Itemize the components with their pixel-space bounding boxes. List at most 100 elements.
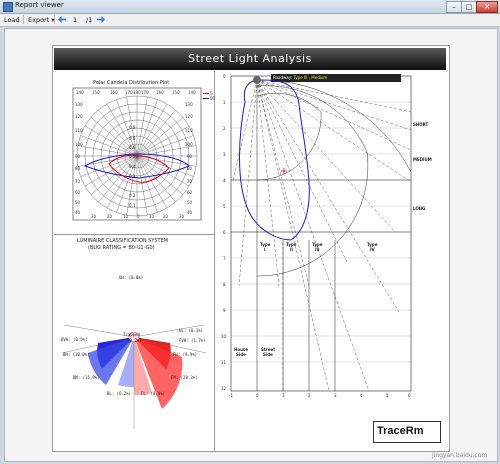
x-tick-6: 6 <box>408 393 411 398</box>
load-button[interactable]: Load <box>4 15 20 25</box>
y-tick-12: 12 <box>221 386 227 391</box>
svg-text:100: 100 <box>75 142 83 147</box>
y-tick-9: 9 <box>223 308 226 313</box>
svg-text:80: 80 <box>187 166 193 171</box>
bug-rating: (BUG RATING = B0-U1-G0) <box>88 245 155 251</box>
polar-tick-0-2: 0.2 <box>129 193 136 198</box>
svg-text:50: 50 <box>187 200 193 205</box>
svg-text:90: 90 <box>187 154 193 159</box>
bug-uh: UH: (0.0%) <box>119 275 144 280</box>
logo-text: TraceRm <box>377 425 424 437</box>
y-tick-3: 3 <box>223 152 226 157</box>
report-title: Street Light Analysis <box>188 52 312 65</box>
minimize-button[interactable]: – <box>446 1 462 13</box>
maximize-button[interactable]: □ <box>461 1 477 13</box>
y-tick-7: 7 <box>223 256 226 261</box>
house-side-label: House Side <box>234 347 248 357</box>
type-i-numeral: I <box>264 247 266 252</box>
svg-text:30: 30 <box>179 214 185 219</box>
svg-text:40: 40 <box>75 210 81 215</box>
roadway-prefix: Roadway: <box>273 75 294 80</box>
svg-text:150: 150 <box>92 90 100 95</box>
svg-text:180: 180 <box>133 90 141 95</box>
svg-text:40: 40 <box>187 210 193 215</box>
bug-bm: BM: (15.9%) <box>73 375 100 380</box>
current-page-field[interactable]: 1 <box>73 15 77 25</box>
y-tick-0: 0 <box>223 74 226 79</box>
toolbar-separator <box>23 15 24 24</box>
next-page-button[interactable] <box>96 15 105 24</box>
y-tick-2: 2 <box>223 126 226 131</box>
bug-fl: FL: (8.0%) <box>141 391 166 396</box>
toolbar: Load Export ▾ 1 /1 <box>0 14 500 27</box>
polar-tick-0-6: 0.6 <box>129 145 136 150</box>
svg-text:30: 30 <box>91 214 97 219</box>
svg-text:170: 170 <box>125 90 133 95</box>
report-header: Street Light Analysis <box>54 48 446 70</box>
bug-fm: FM: (20.3%) <box>171 375 198 380</box>
row-divider <box>54 234 214 235</box>
report-page: Street Light Analysis Polar Candela Dist… <box>52 45 450 452</box>
svg-text:70: 70 <box>75 179 81 184</box>
polar-tick-0-8: 0.8 <box>129 136 136 141</box>
tracepro-logo: TraceRm <box>373 421 441 443</box>
zone-medium: MEDIUM <box>413 157 432 162</box>
street-side-word: Side <box>263 352 273 357</box>
x-tick-neg1: -1 <box>229 393 233 398</box>
arrow-right-icon <box>96 15 105 24</box>
y-tick-4: 4 <box>223 178 226 183</box>
type-ii-numeral: II <box>290 247 293 252</box>
column-divider <box>214 71 215 451</box>
x-tick-2: 2 <box>308 393 311 398</box>
window-titlebar: Report viewer – □ ✕ <box>0 0 500 14</box>
svg-text:10: 10 <box>123 214 129 219</box>
zone-short: SHORT <box>413 122 429 127</box>
close-button[interactable]: ✕ <box>476 1 498 13</box>
svg-text:110: 110 <box>75 128 83 133</box>
svg-text:60: 60 <box>75 190 81 195</box>
svg-text:20: 20 <box>163 214 169 219</box>
svg-text:10: 10 <box>149 214 155 219</box>
window-title: Report viewer <box>15 1 64 9</box>
y-tick-10: 10 <box>221 334 227 339</box>
svg-text:100: 100 <box>185 142 193 147</box>
polar-candela-plot: 140 150 160 170 180 170 160 150 140 130120110100… <box>72 87 202 221</box>
page-total: /1 <box>86 16 93 24</box>
x-tick-3: 3 <box>334 393 337 398</box>
svg-text:160: 160 <box>110 90 118 95</box>
svg-text:150: 150 <box>172 90 180 95</box>
x-tick-4: 4 <box>360 393 363 398</box>
previous-page-button[interactable] <box>58 15 67 24</box>
y-tick-11: 11 <box>221 360 227 365</box>
svg-text:170: 170 <box>141 90 149 95</box>
roadway-label: Roadway: Type III , Medium <box>273 75 327 80</box>
bug-ul: UL: (0.1%) <box>179 328 204 333</box>
roadway-type: Type III , Medium <box>293 75 328 80</box>
type-iv-numeral: IV <box>370 247 375 252</box>
svg-text:20: 20 <box>107 214 113 219</box>
zone-long: LONG <box>413 206 426 211</box>
export-button[interactable]: Export ▾ <box>28 15 55 25</box>
bug-trapped: Trapped <box>123 332 140 337</box>
svg-text:120: 120 <box>185 114 193 119</box>
y-tick-1: 1 <box>223 100 226 105</box>
x-tick-1: 1 <box>282 393 285 398</box>
y-tick-6: 6 <box>223 230 226 235</box>
bug-bh: BH: (10.0%) <box>63 352 90 357</box>
polar-tick-0-5: 0.5 <box>129 154 136 159</box>
bug-bl: BL: (6.2%) <box>107 391 132 396</box>
svg-text:90: 90 <box>75 154 81 159</box>
arrow-left-icon <box>58 15 67 24</box>
svg-text:80: 80 <box>75 166 81 171</box>
svg-text:50: 50 <box>75 200 81 205</box>
watermark: jingyan.baidu.com <box>432 452 488 459</box>
legend-swatch-0 <box>203 93 209 94</box>
bug-fvh: FVH: (1.7%) <box>179 338 206 343</box>
svg-text:70: 70 <box>187 179 193 184</box>
svg-text:130: 130 <box>75 102 83 107</box>
type-iii-numeral: III <box>315 247 320 252</box>
y-tick-5: 5 <box>223 204 226 209</box>
export-label: Export <box>28 16 50 24</box>
app-icon <box>3 2 13 12</box>
svg-text:160: 160 <box>156 90 164 95</box>
